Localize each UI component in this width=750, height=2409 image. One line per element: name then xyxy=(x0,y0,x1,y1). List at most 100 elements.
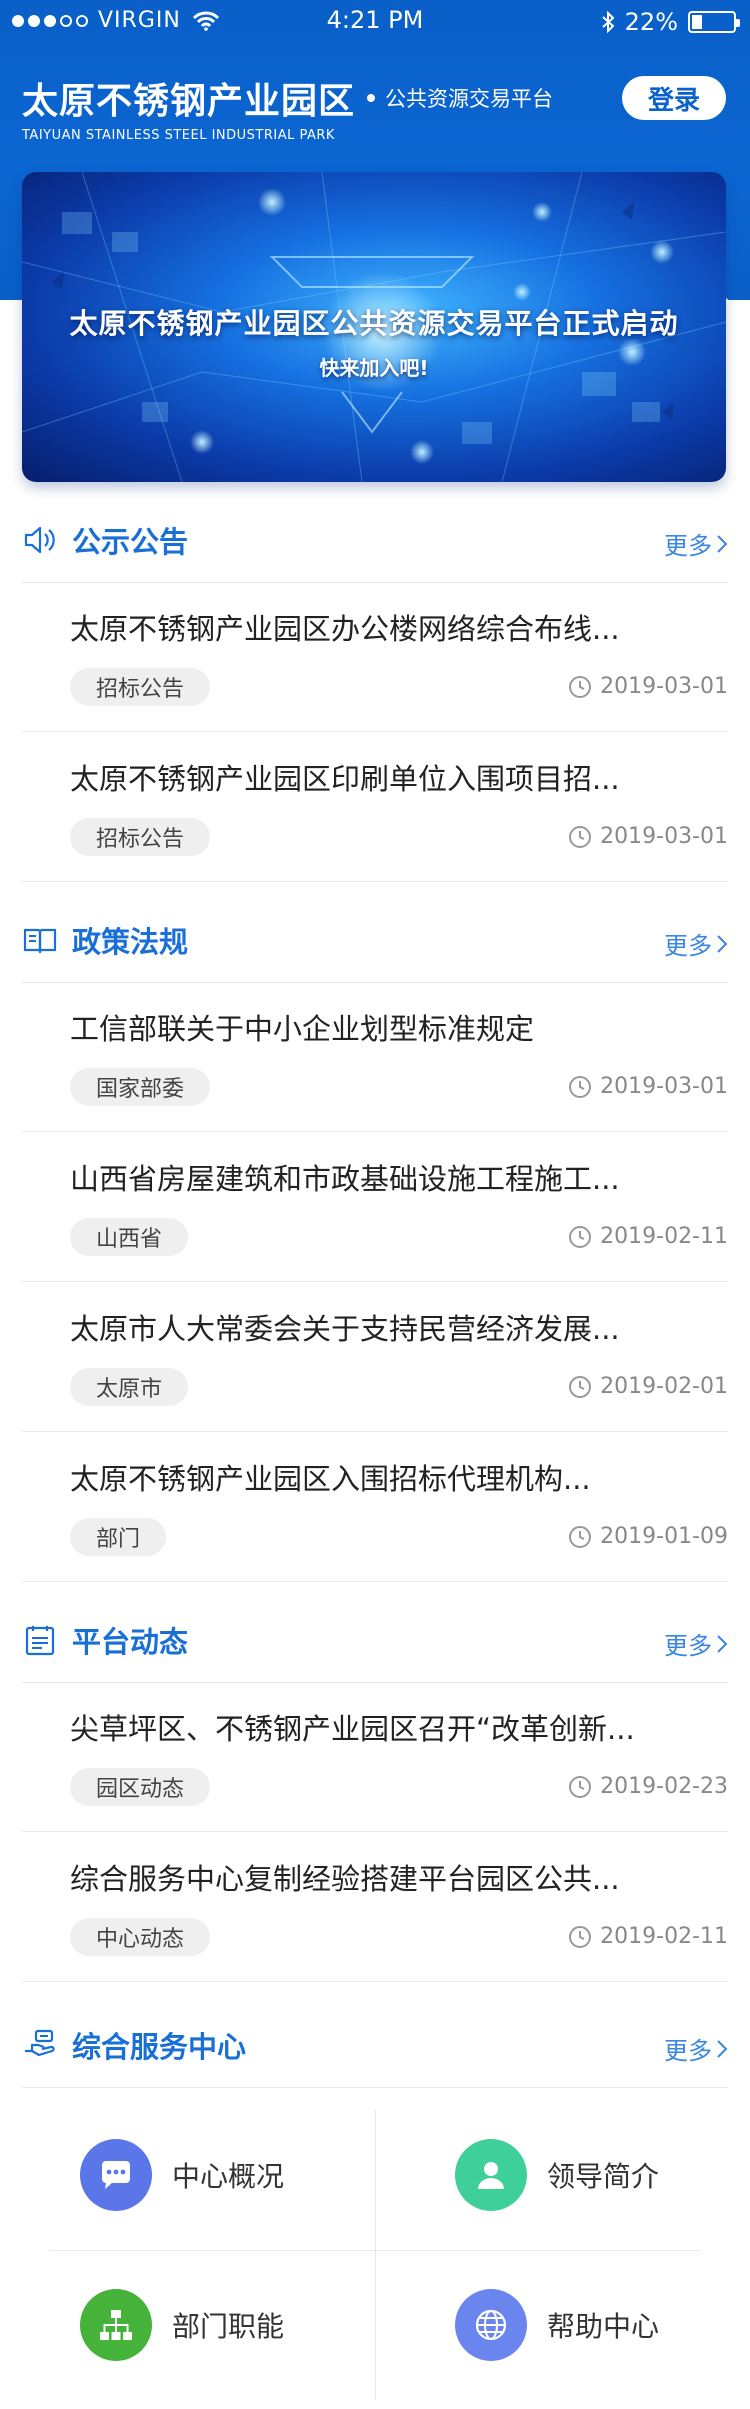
service-center-overview[interactable]: 中心概况 xyxy=(80,2130,380,2220)
list-item-title: 太原不锈钢产业园区办公楼网络综合布线... xyxy=(70,612,620,646)
list-item-title: 太原不锈钢产业园区入围招标代理机构... xyxy=(70,1462,591,1496)
section-header-news: 平台动态 更多 xyxy=(22,1610,728,1670)
clock-icon xyxy=(569,1225,592,1248)
category-tag: 招标公告 xyxy=(70,818,211,856)
list-item-title: 工信部联关于中小企业划型标准规定 xyxy=(70,1012,535,1046)
category-tag: 山西省 xyxy=(70,1218,189,1256)
date-text: 2019-01-09 xyxy=(600,1524,728,1549)
date-label: 2019-02-11 xyxy=(568,1924,728,1949)
date-text: 2019-02-01 xyxy=(600,1374,728,1399)
category-tag: 国家部委 xyxy=(70,1068,211,1106)
banner-title: 太原不锈钢产业园区公共资源交易平台正式启动 xyxy=(69,307,679,340)
list-item[interactable]: 工信部联关于中小企业划型标准规定 国家部委 2019-03-01 xyxy=(22,982,728,1132)
clock-icon xyxy=(569,825,592,848)
brand-title: 太原不锈钢产业园区 xyxy=(22,81,356,122)
date-text: 2019-02-23 xyxy=(600,1774,728,1799)
chevron-right-icon xyxy=(717,934,728,953)
section-header-services: 综合服务中心 更多 xyxy=(22,2015,728,2075)
service-hand-icon xyxy=(25,2029,55,2057)
hero-banner[interactable]: 太原不锈钢产业园区公共资源交易平台正式启动 快来加入吧! xyxy=(22,172,726,482)
service-label: 帮助中心 xyxy=(547,2310,660,2343)
service-label: 部门职能 xyxy=(172,2310,285,2343)
battery-icon xyxy=(688,11,740,33)
section-title-services: 综合服务中心 xyxy=(72,2030,247,2064)
category-tag: 部门 xyxy=(70,1518,167,1556)
list-item[interactable]: 山西省房屋建筑和市政基础设施工程施工... 山西省 2019-02-11 xyxy=(22,1132,728,1282)
list-item-title: 太原不锈钢产业园区印刷单位入围项目招... xyxy=(70,762,620,796)
date-text: 2019-03-01 xyxy=(600,1074,728,1099)
brand-bullet xyxy=(367,94,376,102)
more-label: 更多 xyxy=(664,2037,712,2065)
login-button[interactable]: 登录 xyxy=(622,76,726,120)
date-label: 2019-03-01 xyxy=(568,824,728,849)
more-link-notices[interactable]: 更多 xyxy=(664,526,728,561)
more-label: 更多 xyxy=(664,932,712,960)
service-label: 领导简介 xyxy=(547,2160,660,2193)
chevron-right-icon xyxy=(717,2039,728,2058)
service-label: 中心概况 xyxy=(172,2160,285,2193)
book-icon xyxy=(23,928,57,954)
status-right: 22% xyxy=(601,8,740,36)
category-tag: 中心动态 xyxy=(70,1918,211,1956)
clock-icon xyxy=(569,1925,592,1948)
date-text: 2019-02-11 xyxy=(600,1224,728,1249)
section-divider xyxy=(22,2087,728,2088)
date-label: 2019-03-01 xyxy=(568,1074,728,1099)
bluetooth-icon xyxy=(601,11,615,33)
service-leadership[interactable]: 领导简介 xyxy=(455,2130,750,2220)
section-header-notices: 公示公告 更多 xyxy=(22,510,728,570)
list-item[interactable]: 太原市人大常委会关于支持民营经济发展... 太原市 2019-02-01 xyxy=(22,1282,728,1432)
list-item[interactable]: 尖草坪区、不锈钢产业园区召开“改革创新... 园区动态 2019-02-23 xyxy=(22,1682,728,1832)
clock-icon xyxy=(569,1525,592,1548)
more-link-news[interactable]: 更多 xyxy=(664,1626,728,1661)
news-icon xyxy=(25,1626,55,1656)
chat-bubble-icon xyxy=(80,2139,152,2211)
brand-subtitle: 公共资源交易平台 xyxy=(385,87,554,111)
category-tag: 园区动态 xyxy=(70,1768,211,1806)
globe-icon xyxy=(455,2289,527,2361)
more-label: 更多 xyxy=(664,532,712,560)
section-header-policies: 政策法规 更多 xyxy=(22,910,728,970)
date-text: 2019-03-01 xyxy=(600,824,728,849)
more-link-policies[interactable]: 更多 xyxy=(664,926,728,961)
section-title-policies: 政策法规 xyxy=(72,925,189,959)
date-label: 2019-01-09 xyxy=(568,1524,728,1549)
section-title-notices: 公示公告 xyxy=(72,525,189,559)
service-grid: 中心概况 领导简介 部门职能 帮助中心 xyxy=(40,2100,710,2400)
date-text: 2019-03-01 xyxy=(600,674,728,699)
brand-english: TAIYUAN STAINLESS STEEL INDUSTRIAL PARK xyxy=(22,128,335,143)
org-chart-icon xyxy=(80,2289,152,2361)
chevron-right-icon xyxy=(717,534,728,553)
list-item[interactable]: 太原不锈钢产业园区入围招标代理机构... 部门 2019-01-09 xyxy=(22,1432,728,1582)
list-item-title: 尖草坪区、不锈钢产业园区召开“改革创新... xyxy=(70,1712,635,1746)
date-label: 2019-02-01 xyxy=(568,1374,728,1399)
grid-divider xyxy=(50,2250,700,2251)
person-icon xyxy=(455,2139,527,2211)
list-item[interactable]: 太原不锈钢产业园区印刷单位入围项目招... 招标公告 2019-03-01 xyxy=(22,732,728,882)
clock-icon xyxy=(569,1375,592,1398)
speaker-icon xyxy=(24,526,55,554)
clock-icon xyxy=(569,675,592,698)
section-title-news: 平台动态 xyxy=(72,1625,189,1659)
list-item-title: 太原市人大常委会关于支持民营经济发展... xyxy=(70,1312,620,1346)
chevron-right-icon xyxy=(717,1634,728,1653)
list-item[interactable]: 综合服务中心复制经验搭建平台园区公共... 中心动态 2019-02-11 xyxy=(22,1832,728,1982)
clock-icon xyxy=(569,1775,592,1798)
brand-block: 太原不锈钢产业园区 公共资源交易平台 TAIYUAN STAINLESS STE… xyxy=(22,72,553,143)
category-tag: 太原市 xyxy=(70,1368,189,1406)
banner-subtitle: 快来加入吧! xyxy=(319,356,429,380)
service-help-center[interactable]: 帮助中心 xyxy=(455,2280,750,2370)
date-label: 2019-03-01 xyxy=(568,674,728,699)
date-text: 2019-02-11 xyxy=(600,1924,728,1949)
more-label: 更多 xyxy=(664,1632,712,1660)
battery-percent: 22% xyxy=(624,8,678,36)
clock-icon xyxy=(569,1075,592,1098)
service-departments[interactable]: 部门职能 xyxy=(80,2280,380,2370)
date-label: 2019-02-11 xyxy=(568,1224,728,1249)
list-item-title: 山西省房屋建筑和市政基础设施工程施工... xyxy=(70,1162,620,1196)
status-bar: VIRGIN 4:21 PM 22% xyxy=(0,0,750,40)
category-tag: 招标公告 xyxy=(70,668,211,706)
more-link-services[interactable]: 更多 xyxy=(664,2031,728,2066)
list-item[interactable]: 太原不锈钢产业园区办公楼网络综合布线... 招标公告 2019-03-01 xyxy=(22,582,728,732)
date-label: 2019-02-23 xyxy=(568,1774,728,1799)
